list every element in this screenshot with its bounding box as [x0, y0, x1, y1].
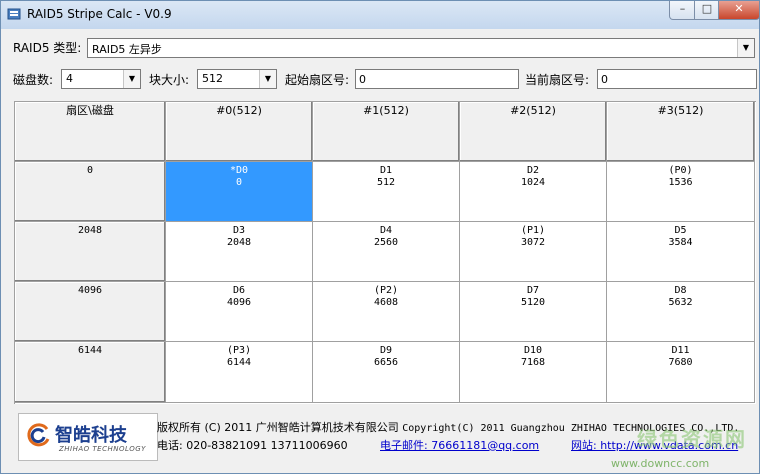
start-sector-input[interactable] — [356, 70, 516, 88]
watermark-text: www.downcc.com — [611, 457, 710, 470]
logo-text-cn: 智皓科技 — [55, 425, 127, 446]
copyright-cn: 版权所有 (C) 2011 广州智皓计算机技术有限公司 — [157, 421, 399, 434]
chevron-down-icon[interactable]: ▼ — [737, 39, 754, 57]
block-sector: 6144 — [226, 357, 252, 368]
block-sector: 7168 — [520, 357, 546, 368]
disk-header[interactable]: #2(512) — [460, 102, 607, 162]
disk-count-label: 磁盘数: — [13, 73, 54, 87]
block-label: (P0) — [668, 165, 693, 176]
table-cell[interactable]: (P1) 3072 — [460, 222, 607, 282]
block-label: (P2) — [373, 285, 399, 296]
table-cell[interactable]: D4 2560 — [313, 222, 460, 282]
block-label: D8 — [674, 285, 687, 296]
block-label: *D0 — [229, 165, 249, 176]
block-sector: 2048 — [226, 237, 252, 248]
app-icon — [7, 8, 21, 20]
company-logo: 智皓科技 ZHIHAO TECHNOLOGY — [18, 413, 158, 461]
table-cell[interactable]: D6 4096 — [166, 282, 313, 342]
block-sector: 4608 — [373, 297, 399, 308]
block-label: (P1) — [520, 225, 546, 236]
block-label: D10 — [523, 345, 543, 356]
block-size-select[interactable]: 512 ▼ — [197, 69, 277, 89]
table-cell[interactable]: D10 7168 — [460, 342, 607, 403]
maximize-button[interactable]: □ — [694, 1, 720, 20]
block-label: D1 — [379, 165, 393, 176]
raid-type-label: RAID5 类型: — [13, 41, 82, 55]
table-cell[interactable]: D7 5120 — [460, 282, 607, 342]
table-cell[interactable]: D8 5632 — [607, 282, 755, 342]
start-sector-label: 起始扇区号: — [285, 73, 350, 87]
table-cell[interactable]: D3 2048 — [166, 222, 313, 282]
disk-header[interactable]: #1(512) — [313, 102, 460, 162]
table-cell[interactable]: D2 1024 — [460, 162, 607, 222]
block-sector: 6656 — [373, 357, 399, 368]
table-cell[interactable]: *D0 0 — [166, 162, 313, 222]
block-label: D7 — [526, 285, 540, 296]
block-sector: 5120 — [520, 297, 546, 308]
raid-type-select[interactable]: RAID5 左异步 ▼ — [87, 38, 755, 58]
stripe-table: 扇区\磁盘 #0(512) #1(512) #2(512) #3(512) 0 … — [14, 101, 756, 404]
block-size-label: 块大小: — [149, 73, 190, 87]
block-label: D4 — [379, 225, 393, 236]
sector-row-header[interactable]: 2048 — [15, 222, 166, 282]
block-label: D6 — [232, 285, 246, 296]
table-cell[interactable]: (P2) 4608 — [313, 282, 460, 342]
start-sector-field[interactable] — [355, 69, 519, 89]
minimize-button[interactable]: – — [669, 1, 696, 20]
table-cell[interactable]: D5 3584 — [607, 222, 755, 282]
table-cell[interactable]: D9 6656 — [313, 342, 460, 403]
table-cell[interactable]: D11 7680 — [607, 342, 755, 403]
disk-header[interactable]: #0(512) — [166, 102, 313, 162]
watermark-logo: 绿色资源网 — [637, 427, 747, 451]
disk-header[interactable]: #3(512) — [607, 102, 755, 162]
block-sector: 1536 — [668, 177, 693, 188]
block-label: D3 — [232, 225, 246, 236]
raid-type-value: RAID5 左异步 — [92, 43, 162, 56]
block-sector: 0 — [235, 177, 243, 188]
window-title: RAID5 Stripe Calc - V0.9 — [27, 7, 172, 21]
swirl-logo-icon — [27, 423, 50, 447]
block-sector: 3584 — [668, 237, 693, 248]
chevron-down-icon[interactable]: ▼ — [123, 70, 140, 88]
block-sector: 3072 — [520, 237, 546, 248]
title-bar[interactable]: RAID5 Stripe Calc - V0.9 – □ ✕ — [1, 1, 760, 29]
current-sector-input[interactable] — [598, 70, 755, 88]
block-label: D2 — [526, 165, 540, 176]
sector-row-header[interactable]: 6144 — [15, 342, 166, 403]
app-window: RAID5 Stripe Calc - V0.9 – □ ✕ RAID5 类型:… — [0, 0, 760, 474]
current-sector-field[interactable] — [597, 69, 757, 89]
current-sector-label: 当前扇区号: — [525, 73, 590, 87]
block-label: D5 — [674, 225, 687, 236]
block-sector: 1024 — [520, 177, 546, 188]
phone-text: 电话: 020-83821091 13711006960 — [157, 439, 348, 452]
block-sector: 4096 — [226, 297, 252, 308]
block-label: D9 — [379, 345, 393, 356]
close-button[interactable]: ✕ — [718, 1, 760, 20]
block-label: D11 — [671, 345, 690, 356]
block-label: (P3) — [226, 345, 252, 356]
disk-count-value: 4 — [66, 72, 73, 85]
table-cell[interactable]: (P3) 6144 — [166, 342, 313, 403]
table-cell[interactable]: D1 512 — [313, 162, 460, 222]
corner-header: 扇区\磁盘 — [15, 102, 166, 162]
table-cell[interactable]: (P0) 1536 — [607, 162, 755, 222]
block-sector: 7680 — [668, 357, 693, 368]
block-sector: 5632 — [668, 297, 693, 308]
sector-row-header[interactable]: 4096 — [15, 282, 166, 342]
sector-row-header[interactable]: 0 — [15, 162, 166, 222]
block-size-value: 512 — [202, 72, 223, 85]
email-link[interactable]: 电子邮件: 76661181@qq.com — [380, 437, 539, 453]
logo-text-en: ZHIHAO TECHNOLOGY — [59, 445, 146, 453]
chevron-down-icon[interactable]: ▼ — [259, 70, 276, 88]
block-sector: 512 — [376, 177, 396, 188]
disk-count-select[interactable]: 4 ▼ — [61, 69, 141, 89]
block-sector: 2560 — [373, 237, 399, 248]
